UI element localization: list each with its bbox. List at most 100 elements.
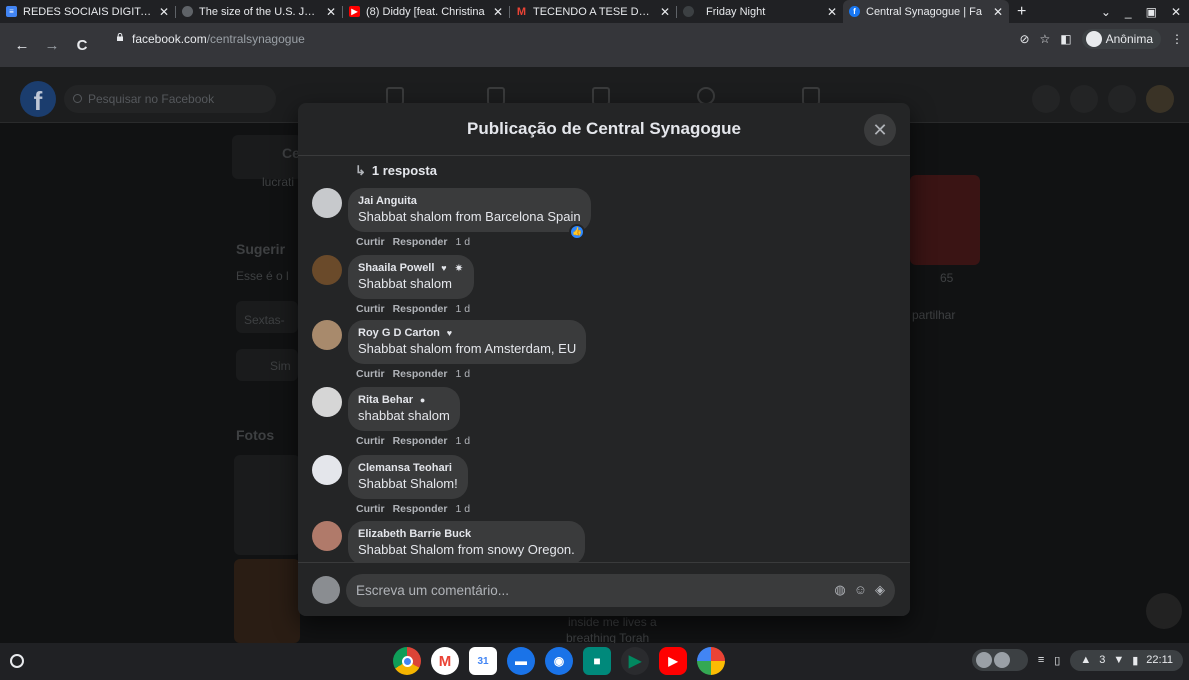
tab-title: (8) Diddy [feat. Christina <box>366 5 485 18</box>
avatar[interactable] <box>312 521 342 551</box>
close-window-icon[interactable]: ✕ <box>1171 5 1181 19</box>
chrome-icon[interactable] <box>393 647 421 675</box>
close-dialog-button[interactable]: ✕ <box>864 114 896 146</box>
search-icon <box>73 94 82 103</box>
meet-icon[interactable]: ■ <box>583 647 611 675</box>
gmail-icon: M <box>516 5 527 18</box>
share-label: partilhar <box>912 308 956 322</box>
tab-gmail-tese[interactable]: M TECENDO A TESE DE D ✕ <box>510 0 676 23</box>
media-controls-icon[interactable]: ≡ <box>1038 654 1044 666</box>
comment-time[interactable]: 1 d <box>455 503 470 515</box>
new-message-icon[interactable] <box>1146 593 1182 629</box>
account-avatar[interactable] <box>1146 85 1174 113</box>
commenter-name-text: Clemansa Teohari <box>358 462 452 474</box>
tab-close-icon[interactable]: ✕ <box>660 5 670 19</box>
avatar[interactable] <box>312 255 342 285</box>
comment-time[interactable]: 1 d <box>455 435 470 447</box>
messages-icon[interactable]: ◉ <box>545 647 573 675</box>
youtube-icon[interactable]: ▶ <box>659 647 687 675</box>
bookmark-star-icon[interactable]: ☆ <box>1040 32 1051 46</box>
tab-close-icon[interactable]: ✕ <box>159 5 169 19</box>
notifications-icon[interactable] <box>1108 85 1136 113</box>
tracking-blocked-icon[interactable]: ⊘ <box>1019 32 1029 46</box>
comment-time[interactable]: 1 d <box>455 303 470 315</box>
commenter-name[interactable]: Roy G D Carton ♥ <box>358 327 576 339</box>
browser-tab-strip: ≡ REDES SOCIAIS DIGITAIS ✕ The size of t… <box>0 0 1189 23</box>
comment-actions: Curtir Responder 1 d <box>356 503 478 515</box>
photo-thumbnail[interactable] <box>234 559 300 643</box>
forward-icon[interactable]: → <box>44 37 60 54</box>
menu-kebab-icon[interactable]: ⋮ <box>1171 32 1183 46</box>
emoji-icon[interactable]: ☺ <box>854 582 867 598</box>
phone-hub-icon[interactable]: ▯ <box>1054 654 1060 667</box>
calendar-icon[interactable]: 31 <box>469 647 497 675</box>
tab-close-icon[interactable]: ✕ <box>493 5 503 19</box>
view-replies-link[interactable]: ↳ 1 resposta <box>355 163 437 179</box>
tab-jewish-size[interactable]: The size of the U.S. Jewish ✕ <box>176 0 342 23</box>
messenger-icon[interactable] <box>1070 85 1098 113</box>
dialog-title: Publicação de Central Synagogue <box>467 119 741 138</box>
facebook-logo-icon[interactable]: f <box>20 81 56 117</box>
gmail-icon[interactable]: M <box>431 647 459 675</box>
commenter-name[interactable]: Jai Anguita <box>358 195 581 207</box>
like-link[interactable]: Curtir <box>356 236 385 248</box>
reload-icon[interactable]: C <box>74 37 90 54</box>
like-link[interactable]: Curtir <box>356 503 385 515</box>
reply-link[interactable]: Responder <box>393 303 448 315</box>
facebook-search-input[interactable]: Pesquisar no Facebook <box>64 85 276 113</box>
wifi-icon: ▼ <box>1113 654 1125 666</box>
minimize-icon[interactable]: _ <box>1125 5 1132 19</box>
tab-close-icon[interactable]: ✕ <box>827 5 837 19</box>
avatar-sticker-icon[interactable]: ◍ <box>834 582 845 598</box>
avatar[interactable] <box>312 576 340 604</box>
commenter-name[interactable]: Rita Behar ● <box>358 394 450 406</box>
commenter-name[interactable]: Shaaila Powell ♥ ✷ <box>358 262 464 274</box>
tab-search-icon[interactable]: ⌄ <box>1101 5 1111 19</box>
commenter-name[interactable]: Elizabeth Barrie Buck <box>358 528 575 540</box>
photos-heading: Fotos <box>236 427 275 443</box>
post-text-line: inside me lives a <box>568 615 657 629</box>
avatar[interactable] <box>312 188 342 218</box>
restore-icon[interactable]: ▣ <box>1146 5 1157 19</box>
tab-youtube-diddy[interactable]: ▶ (8) Diddy [feat. Christina ✕ <box>343 0 509 23</box>
incognito-profile-button[interactable]: Anônima <box>1081 29 1161 49</box>
like-link[interactable]: Curtir <box>356 435 385 447</box>
photo-thumbnail[interactable] <box>234 455 300 555</box>
comment-time[interactable]: 1 d <box>455 236 470 248</box>
reply-link[interactable]: Responder <box>393 435 448 447</box>
lock-icon <box>117 33 123 41</box>
like-reaction-icon[interactable] <box>569 224 585 240</box>
tab-central-synagogue[interactable]: f Central Synagogue | Fa ✕ <box>843 0 1009 23</box>
files-icon[interactable]: ▬ <box>507 647 535 675</box>
avatar[interactable] <box>312 387 342 417</box>
play-store-icon[interactable]: ▶ <box>621 647 649 675</box>
address-bar[interactable]: facebook.com/centralsynagogue <box>108 29 1040 51</box>
like-link[interactable]: Curtir <box>356 368 385 380</box>
quick-settings[interactable]: ▲ 3 ▼ ▮ 22:11 <box>1070 649 1183 671</box>
reply-link[interactable]: Responder <box>393 503 448 515</box>
docs-icon: ≡ <box>6 6 17 17</box>
back-icon[interactable]: ← <box>14 37 30 54</box>
commenter-name-text: Shaaila Powell <box>358 262 435 274</box>
menu-grid-icon[interactable] <box>1032 85 1060 113</box>
side-panel-icon[interactable]: ◧ <box>1060 32 1071 46</box>
tab-friday-night[interactable]: Friday Night ✕ <box>677 0 843 23</box>
tab-redes-sociais[interactable]: ≡ REDES SOCIAIS DIGITAIS ✕ <box>0 0 175 23</box>
photos-icon[interactable] <box>697 647 725 675</box>
reply-link[interactable]: Responder <box>393 236 448 248</box>
comment-time[interactable]: 1 d <box>455 368 470 380</box>
reply-link[interactable]: Responder <box>393 368 448 380</box>
like-link[interactable]: Curtir <box>356 303 385 315</box>
new-tab-button[interactable]: + <box>1017 3 1026 21</box>
search-placeholder: Pesquisar no Facebook <box>88 92 215 106</box>
comment-input[interactable]: Escreva um comentário... ◍ ☺ ◈ <box>346 574 895 607</box>
tab-close-icon[interactable]: ✕ <box>326 5 336 19</box>
launcher-icon[interactable] <box>10 654 24 668</box>
tab-close-icon[interactable]: ✕ <box>993 5 1003 19</box>
avatar[interactable] <box>312 455 342 485</box>
web-icon <box>683 6 694 17</box>
avatar[interactable] <box>312 320 342 350</box>
sticker-icon[interactable]: ◈ <box>875 582 885 598</box>
tote-holding-space[interactable] <box>971 649 1028 671</box>
commenter-name[interactable]: Clemansa Teohari <box>358 462 458 474</box>
